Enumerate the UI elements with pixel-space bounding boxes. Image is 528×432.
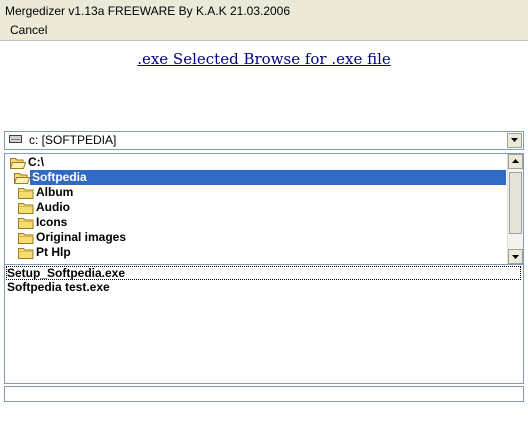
directory-scrollbar[interactable] <box>507 154 523 264</box>
chevron-down-icon <box>512 255 519 259</box>
directory-label: Original images <box>36 230 127 244</box>
directory-item[interactable]: Softpedia <box>5 170 506 185</box>
directory-label: Album <box>36 185 74 199</box>
folder-closed-icon <box>18 233 34 244</box>
folder-open-icon <box>10 158 26 169</box>
directory-item[interactable]: Album <box>5 185 506 200</box>
directory-item[interactable]: C:\ <box>5 155 506 170</box>
directory-label: Icons <box>36 215 68 229</box>
directory-item[interactable]: Audio <box>5 200 506 215</box>
folder-open-icon <box>14 173 30 184</box>
menu-bar: Cancel <box>0 22 528 40</box>
browse-exe-link[interactable]: .exe Selected Browse for .exe file <box>137 50 391 68</box>
drive-icon <box>9 135 22 143</box>
directory-item[interactable]: Pt Hlp <box>5 245 506 260</box>
title-bar: Mergedizer v1.13a FREEWARE By K.A.K 21.0… <box>0 0 528 22</box>
file-label: Setup_Softpedia.exe <box>7 266 126 280</box>
window-title: Mergedizer v1.13a FREEWARE By K.A.K 21.0… <box>5 4 291 18</box>
drive-label: c: [SOFTPEDIA] <box>29 133 117 147</box>
file-list[interactable]: Setup_Softpedia.exe Softpedia test.exe <box>4 264 524 384</box>
file-item[interactable]: Softpedia test.exe <box>6 280 521 294</box>
file-item[interactable]: Setup_Softpedia.exe <box>6 266 521 280</box>
folder-closed-icon <box>18 218 34 229</box>
directory-item[interactable]: Original images <box>5 230 506 245</box>
folder-closed-icon <box>18 203 34 214</box>
scroll-up-button[interactable] <box>508 154 523 169</box>
scroll-thumb[interactable] <box>509 172 522 234</box>
drive-select[interactable]: c: [SOFTPEDIA] <box>4 131 524 150</box>
scroll-down-button[interactable] <box>508 249 523 264</box>
file-label: Softpedia test.exe <box>7 280 110 294</box>
menu-cancel[interactable]: Cancel <box>4 23 53 37</box>
directory-label: Softpedia <box>32 170 87 184</box>
status-field <box>4 386 524 402</box>
folder-closed-icon <box>18 188 34 199</box>
directory-label: C:\ <box>28 155 44 169</box>
directory-item[interactable]: Icons <box>5 215 506 230</box>
directory-label: Audio <box>36 200 70 214</box>
app-window: Mergedizer v1.13a FREEWARE By K.A.K 21.0… <box>0 0 528 432</box>
directory-list[interactable]: C:\ Softpedia Album Audio Icons Original imag… <box>4 153 524 265</box>
folder-closed-icon <box>18 248 34 259</box>
drive-dropdown-button[interactable] <box>507 133 522 148</box>
chevron-down-icon <box>511 138 518 142</box>
chevron-up-icon <box>512 159 519 163</box>
directory-label: Pt Hlp <box>36 245 71 259</box>
heading: .exe Selected Browse for .exe file <box>0 50 528 68</box>
